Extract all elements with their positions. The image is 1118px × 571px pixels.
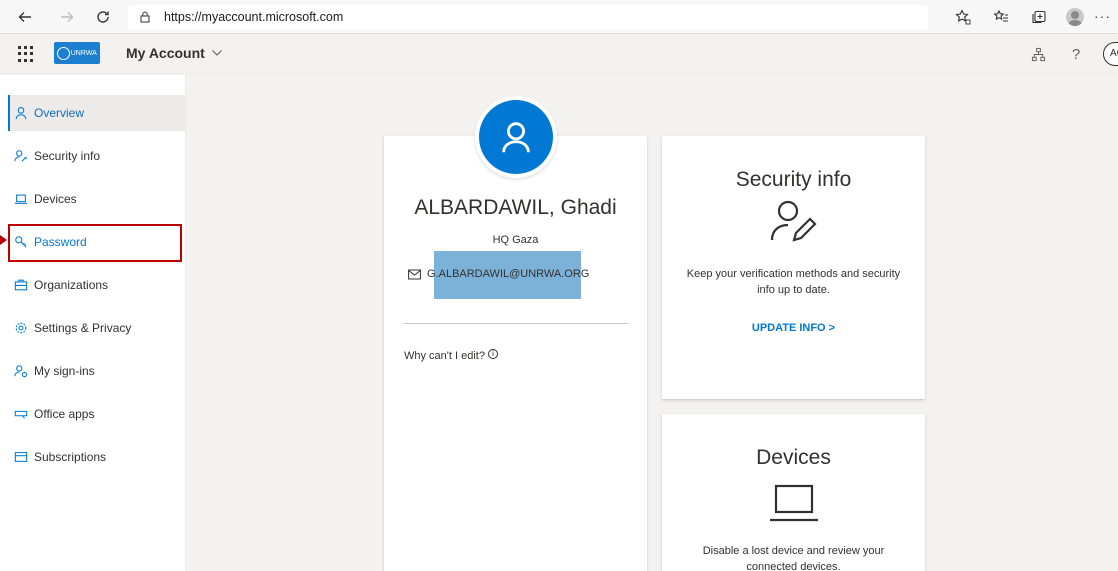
email-row: G.ALBARDAWIL@UNRWA.ORG (408, 268, 589, 280)
gear-icon (15, 322, 27, 334)
sidebar-item-label: Settings & Privacy (34, 321, 132, 335)
app-launcher-icon[interactable] (18, 46, 34, 62)
question-mark-icon: ? (1071, 45, 1081, 63)
security-info-title: Security info (735, 168, 852, 191)
profile-picture[interactable] (475, 96, 557, 178)
help-button[interactable]: ? (1066, 44, 1086, 64)
app-title: My Account (126, 45, 205, 61)
cant-edit-link[interactable]: Why can't I edit? i (404, 348, 498, 362)
url-prefix: https:// (164, 10, 202, 24)
mail-icon (408, 269, 421, 279)
sidebar-item-label: Devices (34, 192, 77, 206)
devices-card: Devices Disable a lost device and review… (662, 414, 925, 571)
collections-button[interactable] (1028, 6, 1050, 28)
pointer-arrow-icon (0, 235, 7, 245)
sidebar-item-devices[interactable]: Devices (8, 181, 186, 217)
card-icon (14, 452, 28, 462)
refresh-icon (97, 11, 109, 23)
devices-title: Devices (756, 446, 831, 469)
person-key-icon (14, 365, 28, 378)
info-icon: i (487, 348, 498, 359)
app-title-menu[interactable]: My Account (126, 45, 223, 61)
briefcase-icon (14, 279, 28, 291)
star-add-icon (955, 9, 971, 25)
sidebar-item-security-info[interactable]: Security info (8, 138, 186, 174)
cant-edit-text: Why can't I edit? (404, 350, 485, 362)
back-arrow-icon (18, 12, 31, 22)
sidebar-item-label: Security info (34, 149, 101, 163)
devices-description: Disable a lost device and review your co… (702, 545, 885, 571)
refresh-button[interactable] (90, 5, 116, 29)
person-key-icon (14, 150, 28, 162)
lock-icon (140, 11, 150, 23)
collections-icon (1032, 10, 1046, 24)
sidebar-item-password[interactable]: Password (8, 224, 186, 260)
person-icon (15, 107, 27, 120)
profile-org: HQ Gaza (492, 234, 539, 246)
org-logo[interactable]: UNRWA (54, 42, 100, 64)
forward-button[interactable] (54, 5, 80, 29)
favorite-button[interactable] (952, 6, 974, 28)
person-edit-icon (770, 200, 817, 242)
update-info-link[interactable]: UPDATE INFO > (662, 322, 925, 334)
sidebar-item-label: My sign-ins (34, 364, 95, 378)
un-emblem-icon (57, 46, 71, 60)
key-icon (15, 236, 27, 248)
sidebar-item-organizations[interactable]: Organizations (8, 267, 186, 303)
address-bar[interactable]: https://myaccount.microsoft.com (128, 5, 928, 30)
url-host: myaccount.microsoft.com (201, 10, 344, 24)
sidebar-item-label: Office apps (34, 407, 95, 421)
chevron-down-icon (211, 50, 222, 56)
avatar-initials: AG (1110, 48, 1118, 59)
laptop-icon (769, 484, 818, 522)
profile-icon (1066, 8, 1084, 26)
sidebar-item-overview[interactable]: Overview (8, 95, 186, 131)
forward-arrow-icon (61, 12, 74, 22)
favorites-button[interactable] (990, 6, 1012, 28)
profile-email: G.ALBARDAWIL@UNRWA.ORG (427, 268, 590, 280)
person-icon (479, 100, 553, 174)
security-info-description: Keep your verification methods and secur… (686, 268, 901, 296)
org-chart-button[interactable] (1028, 44, 1048, 64)
sidebar: Overview Security info Devices Password … (0, 75, 186, 571)
profile-name: ALBARDAWIL, Ghadi (414, 196, 617, 219)
org-logo-text: UNRWA (70, 49, 97, 57)
user-avatar[interactable]: AG (1103, 42, 1118, 66)
favorites-icon (993, 9, 1008, 22)
profile-divider (404, 323, 628, 324)
sidebar-item-subscriptions[interactable]: Subscriptions (8, 439, 186, 475)
app-header: UNRWA My Account ? AG (0, 34, 1118, 74)
office-apps-icon (14, 410, 28, 419)
sidebar-item-my-sign-ins[interactable]: My sign-ins (8, 353, 186, 389)
back-button[interactable] (12, 5, 38, 29)
security-info-card: Security info Keep your verification met… (662, 136, 925, 399)
sidebar-item-label: Overview (34, 106, 85, 120)
org-chart-icon (1031, 47, 1045, 61)
profile-button[interactable] (1064, 6, 1086, 28)
sidebar-item-settings-privacy[interactable]: Settings & Privacy (8, 310, 186, 346)
sidebar-item-label: Subscriptions (34, 450, 107, 464)
sidebar-item-office-apps[interactable]: Office apps (8, 396, 186, 432)
url-text: https://myaccount.microsoft.com (164, 10, 343, 24)
more-options-icon[interactable]: ··· (1094, 8, 1111, 24)
browser-toolbar: https://myaccount.microsoft.com ··· (0, 0, 1118, 34)
laptop-icon (14, 194, 28, 204)
sidebar-item-label: Organizations (34, 278, 109, 292)
sidebar-item-label: Password (34, 235, 87, 249)
